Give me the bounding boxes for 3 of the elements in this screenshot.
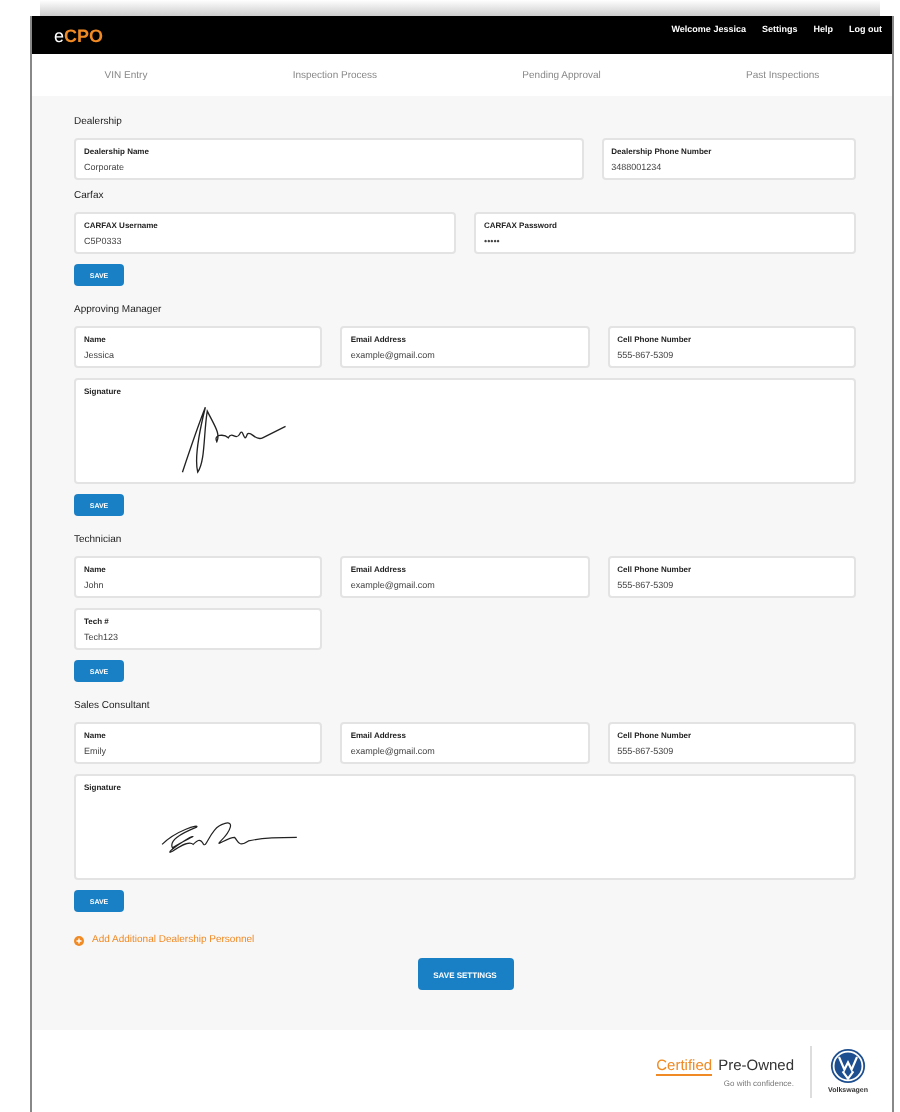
logo: eCPO bbox=[54, 26, 104, 46]
emblem-icon bbox=[830, 1048, 866, 1084]
plus-circle-icon bbox=[74, 935, 84, 945]
